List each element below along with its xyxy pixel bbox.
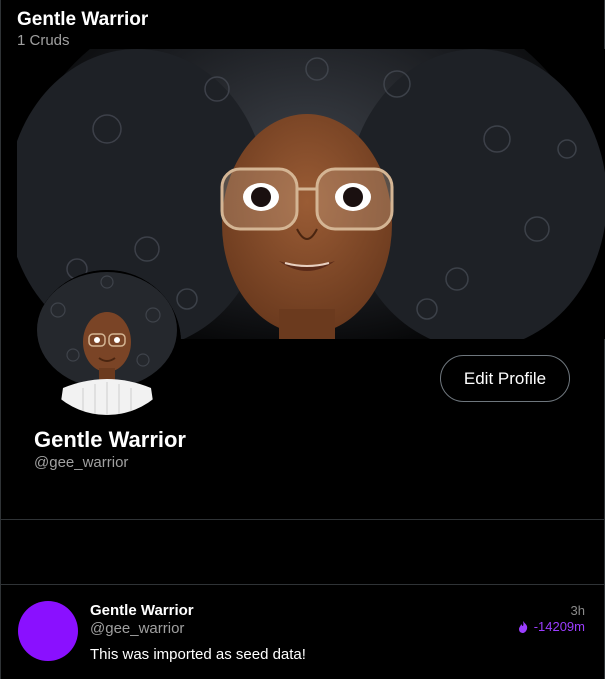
header-post-count: 1 Cruds — [17, 32, 70, 49]
avatar-illustration — [33, 270, 181, 415]
edit-profile-button[interactable]: Edit Profile — [440, 355, 570, 402]
post-text: This was imported as seed data! — [90, 646, 306, 663]
post-timestamp: 3h — [570, 603, 585, 618]
post-avatar[interactable] — [18, 601, 78, 661]
divider — [1, 519, 604, 520]
post-author-handle[interactable]: @gee_warrior — [90, 620, 184, 637]
post-expiry: -14209m — [516, 619, 585, 634]
profile-handle: @gee_warrior — [34, 454, 129, 471]
profile-header: Gentle Warrior 1 Cruds — [17, 8, 148, 50]
post-author-name[interactable]: Gentle Warrior — [90, 602, 194, 619]
post-item[interactable]: Gentle Warrior @gee_warrior This was imp… — [1, 585, 604, 679]
flame-icon — [516, 620, 530, 634]
profile-page: Gentle Warrior 1 Cruds Edit Profile Gent… — [0, 0, 605, 679]
profile-name: Gentle Warrior — [34, 427, 186, 452]
post-expiry-value: -14209m — [533, 619, 585, 634]
profile-avatar[interactable] — [33, 270, 181, 415]
header-title: Gentle Warrior — [17, 9, 149, 30]
